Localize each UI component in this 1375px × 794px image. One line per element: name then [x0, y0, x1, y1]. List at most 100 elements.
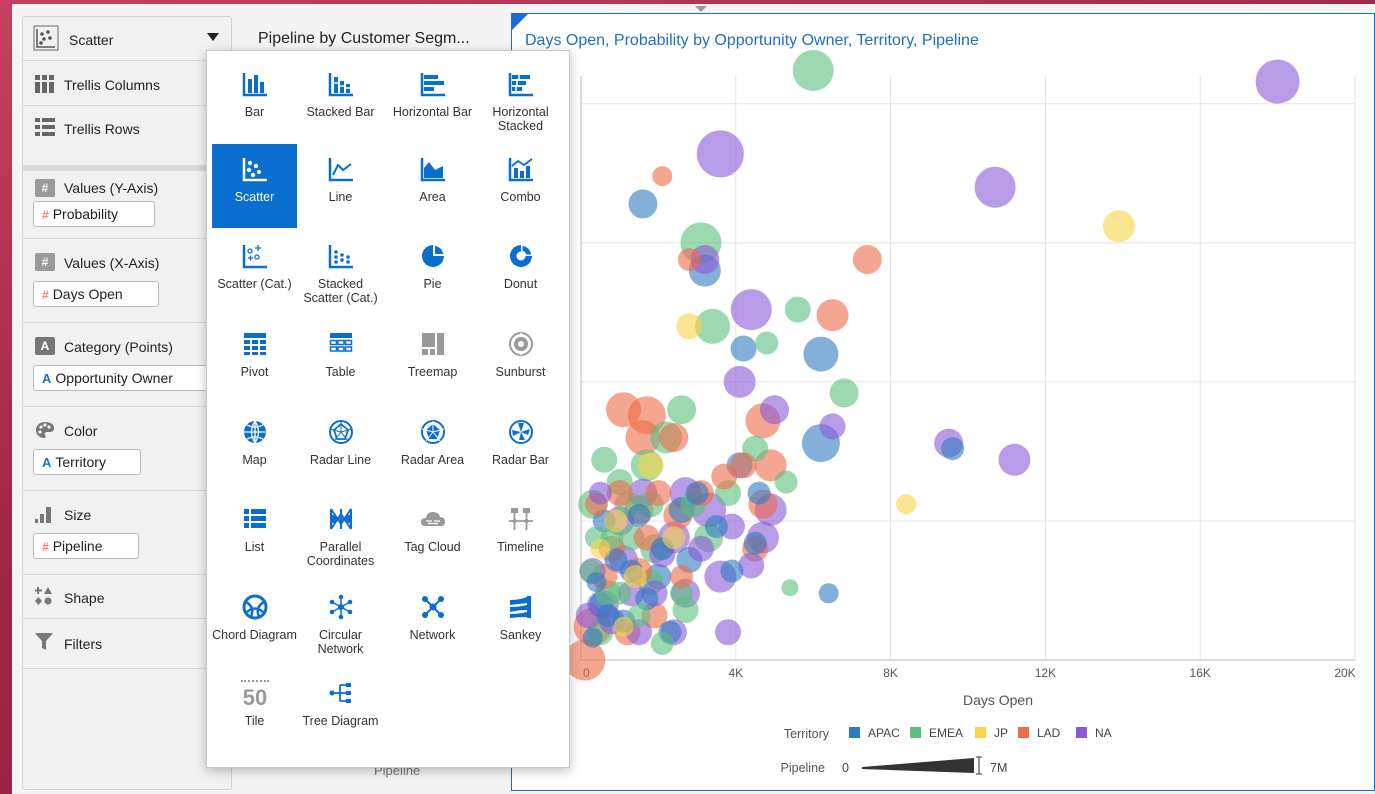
chart-type-donut[interactable]: Donut: [478, 231, 563, 315]
chart-type-treemap[interactable]: Treemap: [390, 319, 475, 403]
chart-type-bar[interactable]: Bar: [212, 59, 297, 143]
bubble-na[interactable]: [998, 443, 1031, 476]
chart-type-stacked-bar[interactable]: Stacked Bar: [298, 59, 383, 143]
chart-type-circular-network[interactable]: Circular Network: [298, 582, 383, 666]
chart-type-chord-diagram[interactable]: Chord Diagram: [212, 582, 297, 666]
collapse-notch-icon[interactable]: [695, 6, 707, 12]
legend-swatch-emea[interactable]: [910, 727, 921, 738]
legend-swatch-jp[interactable]: [975, 727, 986, 738]
scatter-plot[interactable]: 0 4K 8K 12K 16K 20K Days Open Territory APAC EMEA…: [512, 14, 1374, 790]
color-row[interactable]: Color A Territory: [23, 407, 231, 491]
shape-row[interactable]: Shape: [23, 575, 231, 619]
legend-label-jp[interactable]: JP: [994, 726, 1008, 740]
bubble-na[interactable]: [760, 395, 789, 425]
bubble-na[interactable]: [588, 481, 612, 505]
chart-type-tile[interactable]: 50 Tile: [212, 668, 297, 752]
bubble-na[interactable]: [819, 413, 846, 440]
bubble-lad[interactable]: [645, 480, 672, 507]
chart-type-sunburst[interactable]: Sunburst: [478, 319, 563, 403]
pipeline-pill[interactable]: # Pipeline: [33, 533, 139, 559]
chart-type-tree-diagram[interactable]: Tree Diagram: [298, 668, 383, 752]
legend-label-na[interactable]: NA: [1095, 726, 1112, 740]
bubble-lad[interactable]: [670, 565, 694, 589]
bubble-emea[interactable]: [781, 579, 799, 597]
bubble-na[interactable]: [715, 619, 742, 646]
bubble-emea[interactable]: [792, 49, 834, 91]
filters-row[interactable]: Filters: [23, 619, 231, 669]
legend-label-lad[interactable]: LAD: [1037, 726, 1061, 740]
bubble-apac[interactable]: [582, 627, 603, 648]
chart-type-scatter[interactable]: Scatter: [212, 144, 297, 228]
bubble-apac[interactable]: [628, 189, 658, 219]
bubble-na[interactable]: [1255, 59, 1300, 104]
bubble-emea[interactable]: [755, 331, 779, 355]
size-row[interactable]: Size # Pipeline: [23, 491, 231, 575]
scatter-visualization[interactable]: Days Open, Probability by Opportunity Ow…: [511, 13, 1375, 791]
chart-type-timeline[interactable]: Timeline: [478, 494, 563, 578]
chart-type-list[interactable]: List: [212, 494, 297, 578]
bubble-emea[interactable]: [784, 296, 811, 323]
chart-type-table[interactable]: Table: [298, 319, 383, 403]
bubble-apac[interactable]: [747, 481, 771, 505]
bubble-apac[interactable]: [627, 503, 651, 527]
bubble-apac[interactable]: [685, 481, 709, 505]
bubble-jp[interactable]: [662, 526, 686, 550]
legend-swatch-na[interactable]: [1076, 727, 1087, 738]
bubble-jp[interactable]: [604, 509, 628, 533]
bubble-jp[interactable]: [637, 452, 664, 479]
chevron-down-icon[interactable]: [207, 33, 219, 41]
chart-type-scatter-cat[interactable]: Scatter (Cat.): [212, 231, 297, 315]
values-x-row[interactable]: # Values (X-Axis) # Days Open: [23, 239, 231, 323]
trellis-rows-row[interactable]: Trellis Rows: [23, 106, 231, 150]
chart-type-selector[interactable]: Scatter: [23, 17, 231, 61]
size-legend-handle-icon[interactable]: [976, 756, 982, 775]
bubble-apac[interactable]: [720, 559, 744, 583]
category-row[interactable]: A Category (Points) A Opportunity Owner: [23, 323, 231, 407]
chart-type-map[interactable]: Map: [212, 407, 297, 491]
chart-type-combo[interactable]: Combo: [478, 144, 563, 228]
probability-pill[interactable]: # Probability: [33, 201, 155, 227]
legend-swatch-lad[interactable]: [1018, 727, 1029, 738]
chart-type-tag-cloud[interactable]: Tag Cloud: [390, 494, 475, 578]
chart-type-horizontal-stacked[interactable]: Horizontal Stacked: [478, 59, 563, 143]
chart-type-radar-line[interactable]: Radar Line: [298, 407, 383, 491]
bubble-lad[interactable]: [730, 452, 757, 479]
legend-label-apac[interactable]: APAC: [868, 726, 900, 740]
trellis-columns-row[interactable]: Trellis Columns: [23, 62, 231, 106]
background-viz-title[interactable]: Pipeline by Customer Segm...: [258, 30, 470, 48]
chart-type-sankey[interactable]: Sankey: [478, 582, 563, 666]
bubble-lad[interactable]: [659, 423, 689, 453]
values-y-row[interactable]: # Values (Y-Axis) # Probability: [23, 171, 231, 239]
bubble-na[interactable]: [687, 535, 714, 562]
chart-type-pie[interactable]: Pie: [390, 231, 475, 315]
chart-type-line[interactable]: Line: [298, 144, 383, 228]
chart-type-pivot[interactable]: Pivot: [212, 319, 297, 403]
days-open-pill[interactable]: # Days Open: [33, 281, 159, 307]
bubble-na[interactable]: [974, 166, 1016, 208]
territory-pill[interactable]: A Territory: [33, 449, 141, 475]
bubble-na[interactable]: [696, 130, 744, 178]
chart-type-network[interactable]: Network: [390, 582, 475, 666]
bubble-apac[interactable]: [743, 531, 767, 555]
bubble-emea[interactable]: [774, 470, 798, 494]
bubble-apac[interactable]: [818, 583, 839, 604]
chart-type-radar-area[interactable]: Radar Area: [390, 407, 475, 491]
bubble-apac[interactable]: [730, 335, 757, 362]
bubble-apac[interactable]: [704, 515, 728, 539]
chart-type-radar-bar[interactable]: Radar Bar: [478, 407, 563, 491]
bubble-na[interactable]: [723, 365, 756, 398]
chart-type-area[interactable]: Area: [390, 144, 475, 228]
bubble-apac[interactable]: [941, 437, 965, 461]
bubble-jp[interactable]: [896, 494, 917, 515]
bubble-lad[interactable]: [852, 245, 882, 275]
chart-type-stacked-scatter-cat[interactable]: Stacked Scatter (Cat.): [298, 231, 383, 315]
legend-label-emea[interactable]: EMEA: [929, 726, 963, 740]
bubble-na[interactable]: [730, 289, 772, 331]
bubble-lad[interactable]: [677, 248, 701, 272]
bubble-jp[interactable]: [590, 538, 611, 559]
chart-type-horizontal-bar[interactable]: Horizontal Bar: [390, 59, 475, 143]
bubble-apac[interactable]: [586, 572, 607, 593]
bubble-lad[interactable]: [816, 299, 849, 332]
bubble-emea[interactable]: [667, 395, 697, 425]
bubble-jp[interactable]: [1102, 210, 1135, 243]
